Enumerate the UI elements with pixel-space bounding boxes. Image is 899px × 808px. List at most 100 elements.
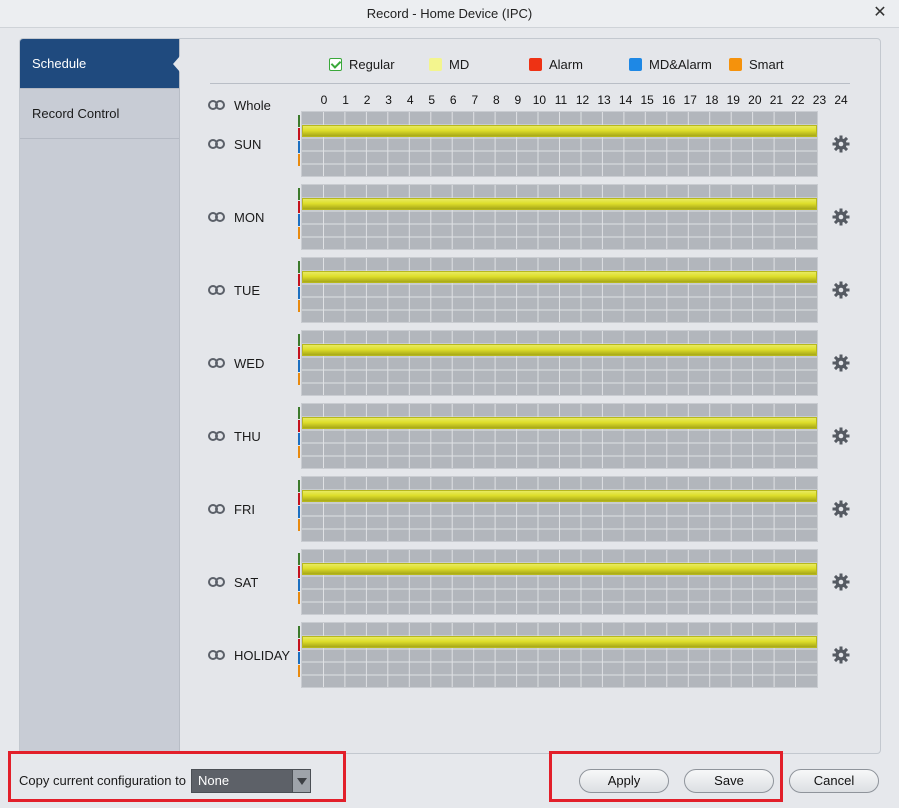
hour-label: 7 — [471, 93, 479, 107]
gear-icon[interactable] — [832, 646, 850, 664]
hour-label: 1 — [342, 93, 349, 107]
day-label: MON — [234, 209, 265, 225]
whole-label: Whole — [234, 97, 271, 113]
link-icon[interactable] — [208, 649, 225, 661]
legend-regular[interactable]: Regular — [329, 55, 395, 73]
hour-label: 0 — [320, 93, 328, 107]
sidebar-item-label: Schedule — [32, 56, 87, 71]
link-icon[interactable] — [208, 503, 225, 515]
md-schedule-bar[interactable] — [302, 636, 817, 648]
md-alarm-swatch-icon — [629, 57, 642, 71]
md-swatch-icon — [429, 57, 442, 71]
day-row-label: HOLIDAY — [208, 647, 290, 663]
close-icon[interactable]: ✕ — [871, 4, 889, 22]
gear-icon[interactable] — [832, 427, 850, 445]
schedule-row — [298, 330, 820, 396]
gear-icon[interactable] — [832, 135, 850, 153]
hour-label: 3 — [385, 93, 392, 107]
schedule-grid[interactable] — [301, 184, 818, 250]
copy-config-select[interactable]: None — [191, 769, 311, 793]
schedule-grid[interactable] — [301, 403, 818, 469]
record-type-tick — [298, 652, 300, 664]
hour-label: 2 — [363, 93, 371, 107]
link-icon[interactable] — [208, 99, 225, 111]
grid-lines — [302, 258, 817, 322]
md-schedule-bar[interactable] — [302, 125, 817, 137]
day-label: FRI — [234, 501, 255, 517]
md-schedule-bar[interactable] — [302, 490, 817, 502]
legend-label: MD&Alarm — [649, 56, 712, 72]
md-schedule-bar[interactable] — [302, 198, 817, 210]
copy-config-value: None — [198, 773, 230, 788]
gear-icon[interactable] — [832, 281, 850, 299]
apply-button[interactable]: Apply — [579, 769, 669, 793]
link-icon[interactable] — [208, 138, 225, 150]
hour-label: 8 — [492, 93, 500, 107]
day-label: SUN — [234, 136, 262, 152]
record-type-tick — [298, 360, 300, 372]
day-row-label: TUE — [208, 282, 260, 298]
link-icon[interactable] — [208, 357, 225, 369]
schedule-grid[interactable] — [301, 549, 818, 615]
md-schedule-bar[interactable] — [302, 417, 817, 429]
record-type-tick — [298, 141, 300, 153]
record-type-tick — [298, 407, 300, 419]
hour-label: 19 — [726, 93, 740, 107]
cancel-button[interactable]: Cancel — [789, 769, 879, 793]
link-icon[interactable] — [208, 430, 225, 442]
hour-label: 11 — [554, 93, 568, 107]
link-icon[interactable] — [208, 284, 225, 296]
day-label: SAT — [234, 574, 259, 590]
schedule-grid[interactable] — [301, 330, 818, 396]
schedule-grid[interactable] — [301, 476, 818, 542]
checkbox-checked-icon[interactable] — [329, 57, 342, 71]
hour-label: 17 — [683, 93, 697, 107]
window-title: Record - Home Device (IPC) — [366, 6, 533, 21]
hour-label: 5 — [428, 93, 436, 107]
schedule-grid[interactable] — [301, 111, 818, 177]
copy-config-label: Copy current configuration to — [19, 773, 186, 788]
record-type-tick — [298, 506, 300, 518]
grid-lines — [302, 623, 817, 687]
hour-label: 23 — [812, 93, 827, 107]
record-type-tick — [298, 579, 300, 591]
legend-label: Regular — [349, 56, 395, 72]
record-type-tick — [298, 446, 300, 458]
legend-label: Alarm — [549, 56, 583, 72]
record-type-tick — [298, 300, 300, 312]
day-row-label: SAT — [208, 574, 258, 590]
chevron-down-icon[interactable] — [292, 770, 310, 792]
day-row-label: THU — [208, 428, 261, 444]
link-icon[interactable] — [208, 576, 225, 588]
day-label: THU — [234, 428, 261, 444]
sidebar-item-record-control[interactable]: Record Control — [20, 89, 179, 139]
gear-icon[interactable] — [832, 500, 850, 518]
link-icon[interactable] — [208, 211, 225, 223]
hour-label: 22 — [791, 93, 805, 107]
legend-md[interactable]: MD — [429, 55, 469, 73]
record-type-tick — [298, 420, 300, 432]
gear-icon[interactable] — [832, 208, 850, 226]
hour-label: 15 — [640, 93, 654, 107]
md-schedule-bar[interactable] — [302, 271, 817, 283]
schedule-row — [298, 257, 820, 323]
save-button[interactable]: Save — [684, 769, 774, 793]
hour-label: 12 — [575, 93, 590, 107]
md-schedule-bar[interactable] — [302, 563, 817, 575]
legend-alarm[interactable]: Alarm — [529, 55, 583, 73]
legend-smart[interactable]: Smart — [729, 55, 784, 73]
day-row-label: SUN — [208, 136, 261, 152]
schedule-row — [298, 622, 820, 688]
schedule-grid[interactable] — [301, 622, 818, 688]
gear-icon[interactable] — [832, 573, 850, 591]
md-schedule-bar[interactable] — [302, 344, 817, 356]
schedule-row — [298, 549, 820, 615]
schedule-row — [298, 184, 820, 250]
sidebar-item-schedule[interactable]: Schedule — [20, 39, 180, 89]
record-type-tick — [298, 115, 300, 127]
schedule-row — [298, 111, 820, 177]
legend-md-alarm[interactable]: MD&Alarm — [629, 55, 712, 73]
gear-icon[interactable] — [832, 354, 850, 372]
hour-label: 18 — [705, 93, 719, 107]
schedule-grid[interactable] — [301, 257, 818, 323]
